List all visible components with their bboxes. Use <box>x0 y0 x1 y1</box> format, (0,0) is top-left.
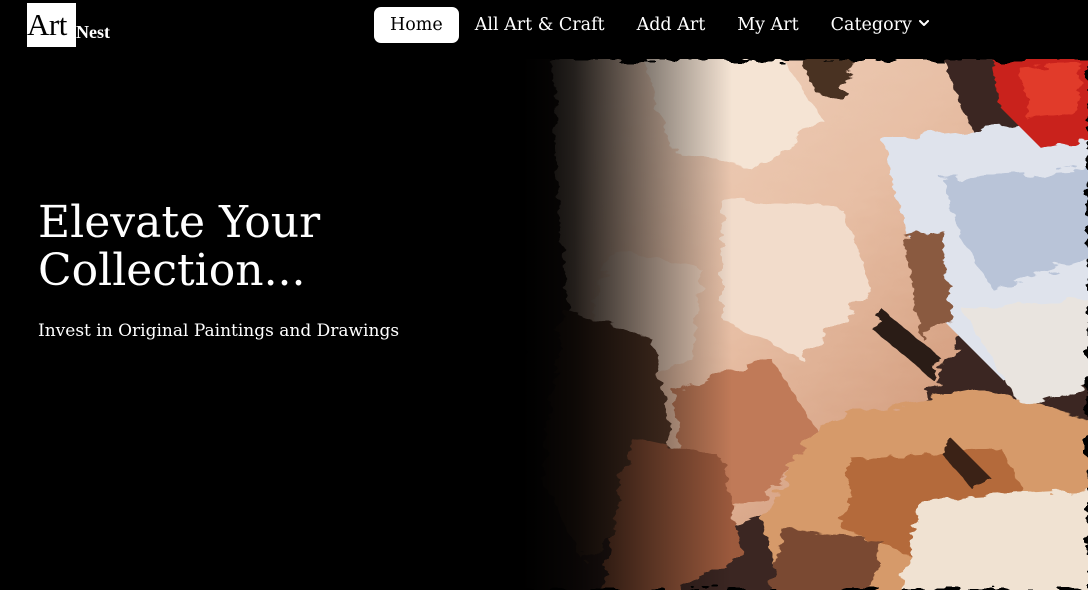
nav-menu: Home All Art & Craft Add Art My Art Cate… <box>374 7 929 43</box>
nav-my-art-link[interactable]: My Art <box>737 7 798 43</box>
nav-home-link[interactable]: Home <box>374 7 459 43</box>
hero-title-line-1: Elevate Your <box>38 197 321 248</box>
nav-all-art-craft-label: All Art & Craft <box>474 15 605 35</box>
logo-nest: Nest <box>76 22 110 42</box>
nav-category-label: Category <box>830 15 912 35</box>
nav-add-art-label: Add Art <box>636 15 706 35</box>
hero-title: Elevate Your Collection... <box>38 199 478 295</box>
logo[interactable]: Art Nest <box>27 3 110 47</box>
nav-my-art-label: My Art <box>737 15 799 35</box>
hero-painting-image <box>522 59 1088 590</box>
hero-title-line-2: Collection... <box>38 245 306 296</box>
nav-home-label: Home <box>390 15 443 35</box>
hero-subtitle: Invest in Original Paintings and Drawing… <box>38 321 400 341</box>
hero-image-fade <box>522 59 732 590</box>
navbar: Art Nest Home All Art & Craft Add Art My… <box>0 0 1088 56</box>
nav-add-art-link[interactable]: Add Art <box>637 7 706 43</box>
chevron-down-icon <box>918 12 929 32</box>
logo-art: Art <box>27 3 76 47</box>
nav-category-dropdown[interactable]: Category <box>831 7 929 43</box>
nav-all-art-craft-link[interactable]: All Art & Craft <box>475 7 605 43</box>
